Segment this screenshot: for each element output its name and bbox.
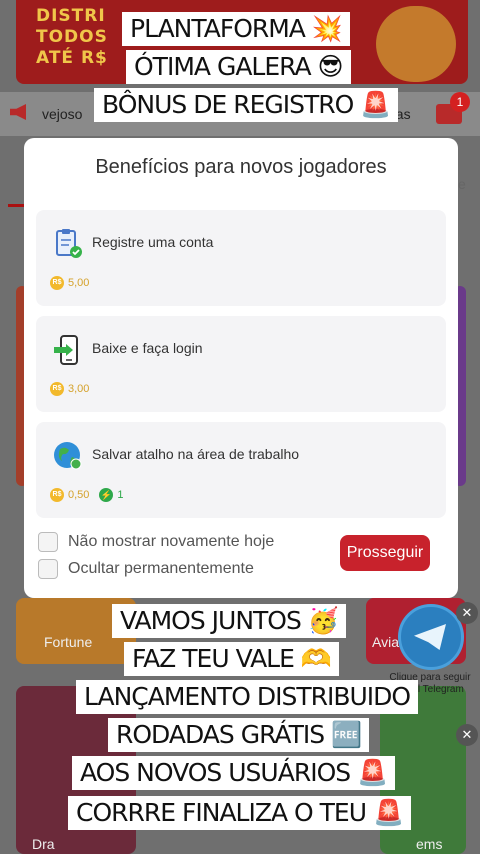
- benefit-card-download[interactable]: Baixe e faça login R$ 3,00: [36, 316, 446, 412]
- mascot-image: [376, 6, 456, 82]
- hide-permanently-option[interactable]: Ocultar permanentemente: [38, 559, 254, 579]
- caption-line: PLANTAFORMA 💥: [122, 12, 350, 46]
- caption-line: LANÇAMENTO DISTRIBUIDO: [76, 680, 419, 714]
- reward-value: 0,50: [68, 489, 90, 501]
- game-tile-label: Fortune: [44, 634, 93, 650]
- clipboard-check-icon: [52, 228, 84, 260]
- coin-icon: R$: [50, 382, 64, 396]
- bolt-value: 1: [117, 489, 124, 501]
- game-tile-label: Avia: [372, 634, 399, 650]
- reward-amount: R$ 0,50 ⚡ 1: [50, 488, 124, 502]
- caption-line: CORRRE FINALIZA O TEU 🚨: [68, 796, 412, 830]
- modal-title: Benefícios para novos jogadores: [95, 156, 387, 178]
- caption-line: AOS NOVOS USUÁRIOS 🚨: [72, 756, 396, 790]
- caption-line: BÔNUS DE REGISTRO 🚨: [94, 88, 399, 122]
- benefit-card-register[interactable]: Registre uma conta R$ 5,00: [36, 210, 446, 306]
- reward-amount: R$ 3,00: [50, 382, 89, 396]
- close-icon[interactable]: ✕: [456, 724, 478, 746]
- benefit-card-shortcut[interactable]: Salvar atalho na área de trabalho R$ 0,5…: [36, 422, 446, 518]
- game-tile-label: ems: [416, 836, 443, 852]
- dont-show-today-checkbox[interactable]: [38, 532, 58, 552]
- globe-icon: [52, 440, 84, 472]
- coin-icon: R$: [50, 276, 64, 290]
- caption-line: VAMOS JUNTOS 🥳: [112, 604, 346, 638]
- hide-permanently-checkbox[interactable]: [38, 559, 58, 579]
- proceed-button[interactable]: Prosseguir: [340, 535, 430, 571]
- side-text: e: [458, 176, 466, 192]
- benefit-label: Registre uma conta: [92, 234, 214, 250]
- caption-line: FAZ TEU VALE 🫶: [124, 642, 339, 676]
- new-player-benefits-modal: Benefícios para novos jogadores Registre…: [24, 138, 458, 598]
- close-icon[interactable]: ✕: [456, 602, 478, 624]
- benefit-label: Baixe e faça login: [92, 340, 203, 356]
- dont-show-today-option[interactable]: Não mostrar novamente hoje: [38, 532, 274, 552]
- ticker-text-left: vejoso: [42, 106, 83, 122]
- reward-value: 5,00: [68, 277, 90, 289]
- game-tile-label: Dra: [32, 836, 55, 852]
- hide-permanently-label: Ocultar permanentemente: [68, 560, 254, 577]
- benefit-label: Salvar atalho na área de trabalho: [92, 446, 300, 462]
- caption-line: ÓTIMA GALERA 😎: [126, 50, 351, 84]
- dont-show-today-label: Não mostrar novamente hoje: [68, 533, 275, 550]
- reward-value: 3,00: [68, 383, 90, 395]
- reward-amount: R$ 5,00: [50, 276, 89, 290]
- mail-count-badge: 1: [450, 92, 470, 112]
- coin-icon: R$: [50, 488, 64, 502]
- phone-login-icon: [52, 334, 84, 366]
- caption-line: RODADAS GRÁTIS 🆓: [108, 718, 370, 752]
- bolt-icon: ⚡: [99, 488, 114, 502]
